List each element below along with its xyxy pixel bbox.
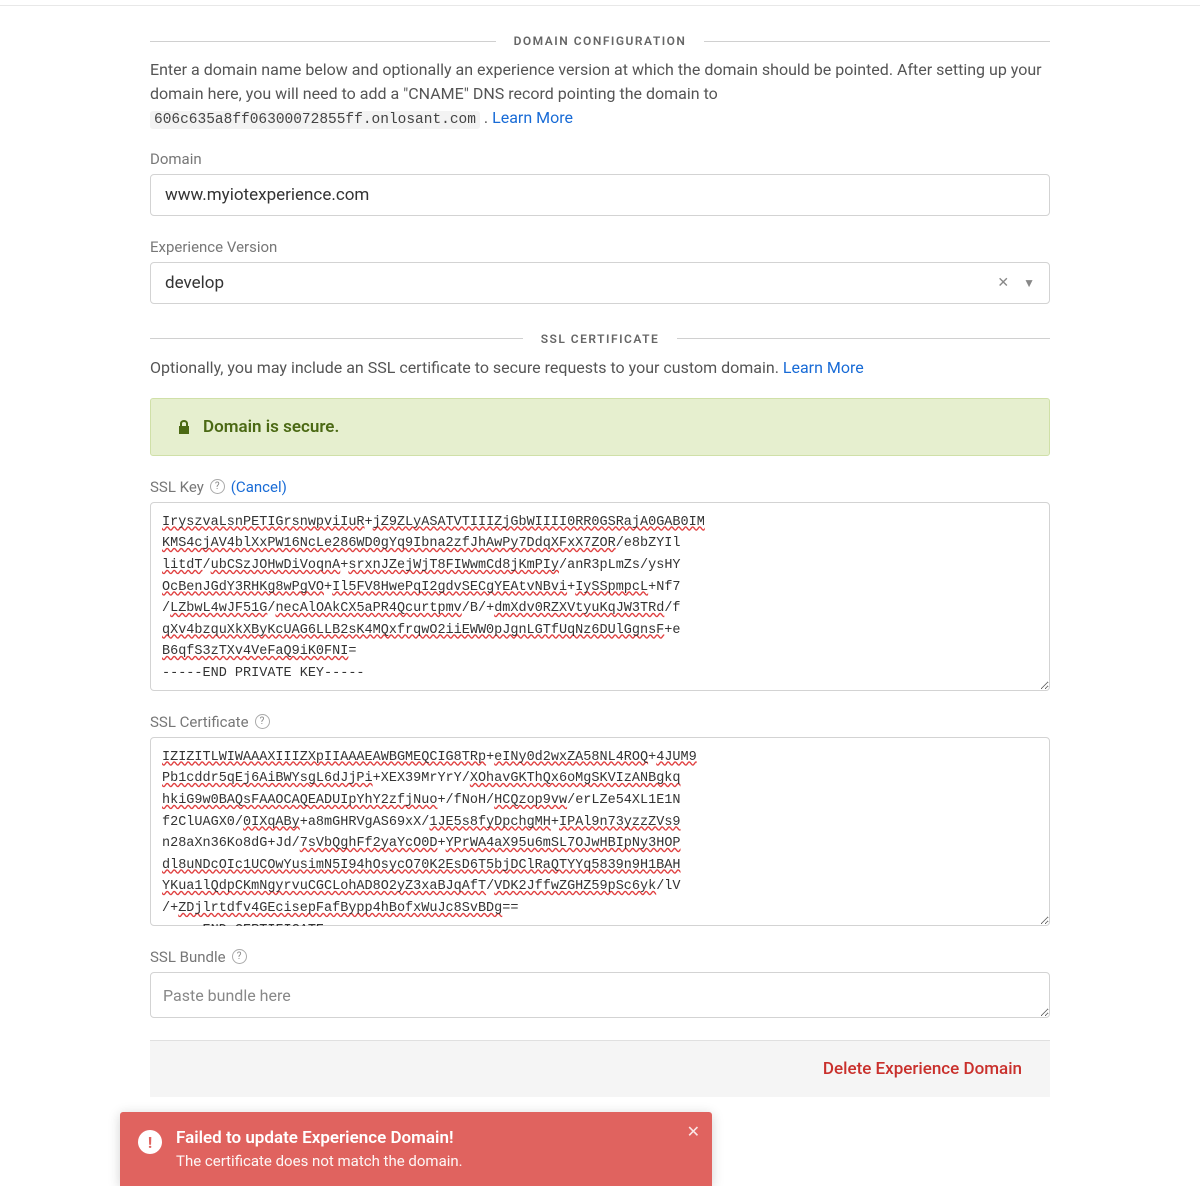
section-title: SSL CERTIFICATE — [523, 332, 678, 346]
error-toast: ! Failed to update Experience Domain! Th… — [120, 1112, 712, 1186]
ssl-bundle-textarea[interactable] — [150, 972, 1050, 1018]
lock-icon — [177, 419, 191, 435]
cname-value: 606c635a8ff06300072855ff.onlosant.com — [150, 111, 480, 129]
learn-more-link-domain[interactable]: Learn More — [492, 108, 573, 127]
domain-input[interactable] — [150, 174, 1050, 216]
domain-secure-text: Domain is secure. — [203, 417, 339, 437]
ssl-intro: Optionally, you may include an SSL certi… — [150, 356, 1050, 380]
section-header-domain-config: DOMAIN CONFIGURATION — [150, 34, 1050, 48]
footer-actions: Delete Experience Domain — [150, 1040, 1050, 1097]
ssl-bundle-label: SSL Bundle — [150, 948, 226, 966]
ssl-key-cancel[interactable]: (Cancel) — [231, 478, 287, 496]
top-divider — [0, 5, 1200, 6]
experience-version-select[interactable]: develop ✕ ▼ — [150, 262, 1050, 304]
section-header-ssl: SSL CERTIFICATE — [150, 332, 1050, 346]
ssl-key-label: SSL Key — [150, 478, 204, 496]
experience-version-value: develop — [165, 273, 224, 293]
ssl-cert-label: SSL Certificate — [150, 713, 249, 731]
toast-title: Failed to update Experience Domain! — [176, 1128, 463, 1148]
experience-version-label: Experience Version — [150, 238, 1050, 256]
delete-domain-button[interactable]: Delete Experience Domain — [823, 1059, 1022, 1079]
help-icon[interactable]: ? — [210, 479, 225, 494]
ssl-cert-textarea[interactable] — [150, 737, 1050, 926]
section-title: DOMAIN CONFIGURATION — [496, 34, 705, 48]
domain-label: Domain — [150, 150, 1050, 168]
clear-select-icon[interactable]: ✕ — [997, 275, 1009, 291]
help-icon[interactable]: ? — [232, 949, 247, 964]
toast-message: The certificate does not match the domai… — [176, 1152, 463, 1170]
domain-config-intro: Enter a domain name below and optionally… — [150, 58, 1050, 132]
alert-icon: ! — [138, 1130, 162, 1154]
close-icon[interactable]: ✕ — [687, 1122, 700, 1141]
chevron-down-icon[interactable]: ▼ — [1023, 276, 1035, 290]
help-icon[interactable]: ? — [255, 714, 270, 729]
domain-secure-alert: Domain is secure. — [150, 398, 1050, 456]
ssl-key-textarea[interactable] — [150, 502, 1050, 691]
learn-more-link-ssl[interactable]: Learn More — [783, 358, 864, 377]
